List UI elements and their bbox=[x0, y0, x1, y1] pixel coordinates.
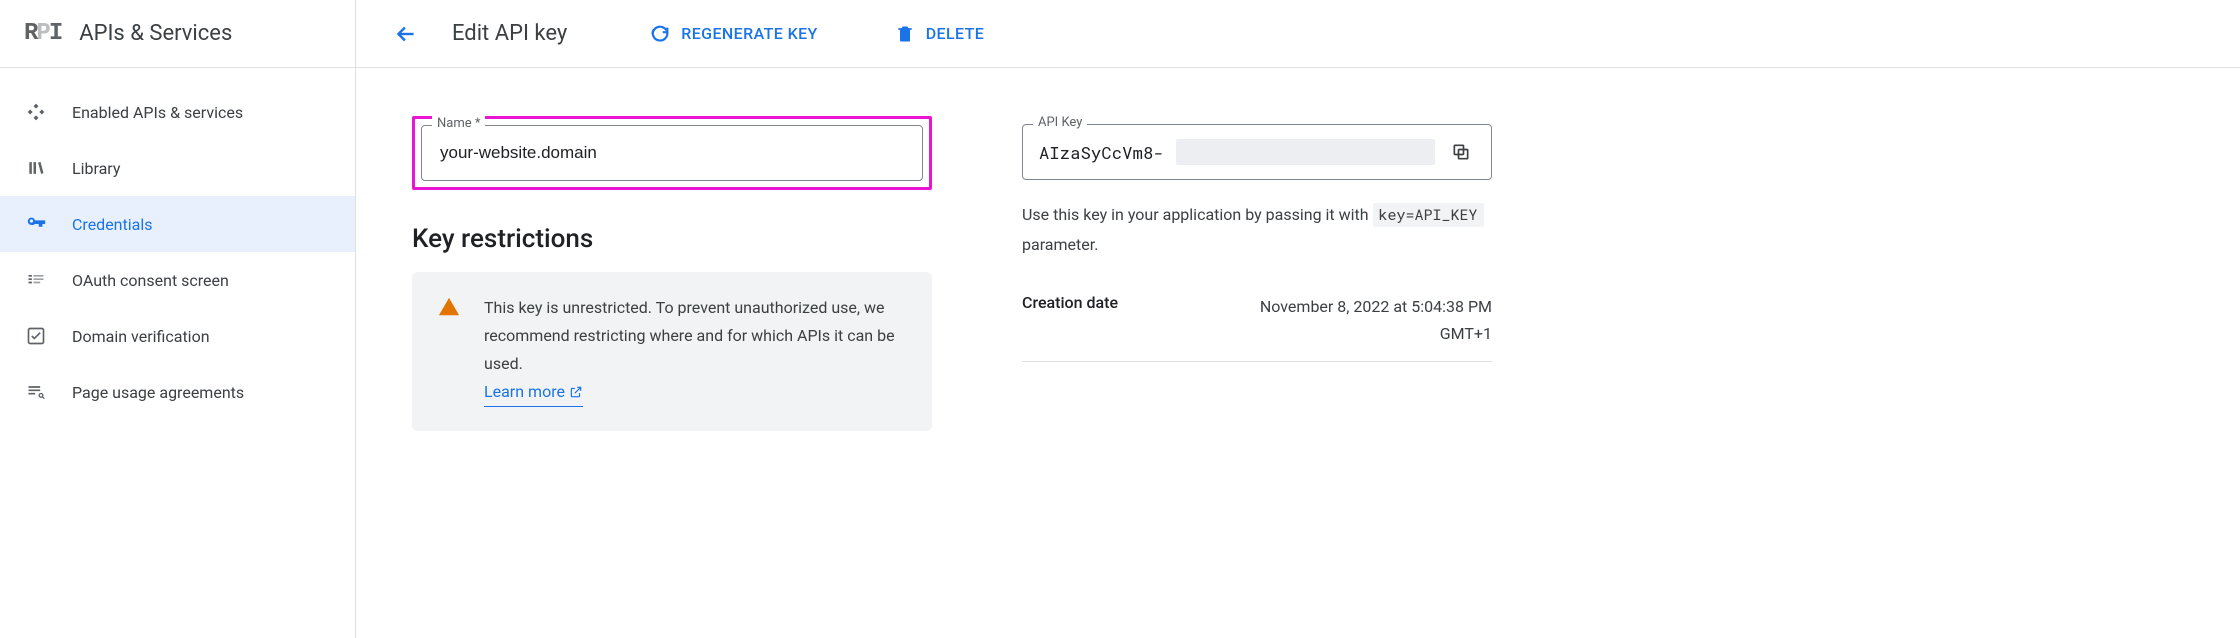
regenerate-key-button[interactable]: REGENERATE KEY bbox=[635, 15, 831, 53]
restrictions-warning: This key is unrestricted. To prevent una… bbox=[412, 272, 932, 431]
page-root: RPI APIs & Services Enabled APIs & servi… bbox=[0, 0, 2240, 638]
copy-icon bbox=[1451, 142, 1471, 162]
main: Edit API key REGENERATE KEY DELETE Name bbox=[356, 0, 2240, 638]
regenerate-label: REGENERATE KEY bbox=[681, 24, 817, 43]
sidebar-item-domain-verification[interactable]: Domain verification bbox=[0, 308, 355, 364]
api-key-field: API Key AIzaSyCcVm8- bbox=[1022, 124, 1492, 180]
help-line2: parameter. bbox=[1022, 235, 1098, 254]
sidebar-item-credentials[interactable]: Credentials bbox=[0, 196, 355, 252]
content: Name * Key restrictions This key is unre… bbox=[356, 68, 2240, 431]
external-link-icon bbox=[569, 385, 583, 399]
name-field[interactable]: Name * bbox=[421, 125, 923, 181]
main-header: Edit API key REGENERATE KEY DELETE bbox=[356, 0, 2240, 68]
page-title: Edit API key bbox=[452, 21, 567, 46]
sidebar-item-label: Page usage agreements bbox=[72, 383, 244, 402]
sidebar-item-enabled-apis[interactable]: Enabled APIs & services bbox=[0, 84, 355, 140]
key-icon bbox=[24, 212, 48, 236]
learn-more-label: Learn more bbox=[484, 378, 565, 406]
creation-date-row: Creation date November 8, 2022 at 5:04:3… bbox=[1022, 279, 1492, 362]
sidebar-item-label: Library bbox=[72, 159, 120, 178]
warning-text: This key is unrestricted. To prevent una… bbox=[484, 298, 895, 373]
api-key-value: AIzaSyCcVm8- bbox=[1039, 141, 1164, 164]
refresh-icon bbox=[649, 23, 671, 45]
name-field-label: Name * bbox=[432, 116, 485, 131]
sidebar-item-oauth-consent[interactable]: OAuth consent screen bbox=[0, 252, 355, 308]
delete-label: DELETE bbox=[926, 24, 985, 43]
trash-icon bbox=[894, 23, 916, 45]
sidebar-nav: Enabled APIs & services Library Credenti… bbox=[0, 68, 355, 420]
right-column: API Key AIzaSyCcVm8- Use this key in you… bbox=[1022, 116, 1492, 431]
arrow-left-icon bbox=[393, 21, 419, 47]
api-key-label: API Key bbox=[1033, 115, 1087, 130]
learn-more-link[interactable]: Learn more bbox=[484, 378, 583, 407]
sidebar-item-label: Enabled APIs & services bbox=[72, 103, 243, 122]
help-code: key=API_KEY bbox=[1373, 203, 1484, 227]
sidebar-item-label: Domain verification bbox=[72, 327, 210, 346]
creation-date-label: Creation date bbox=[1022, 293, 1118, 312]
diamond-icon bbox=[24, 100, 48, 124]
api-key-help: Use this key in your application by pass… bbox=[1022, 200, 1492, 261]
creation-date-value: November 8, 2022 at 5:04:38 PM GMT+1 bbox=[1252, 293, 1492, 347]
delete-button[interactable]: DELETE bbox=[880, 15, 999, 53]
help-line1: Use this key in your application by pass… bbox=[1022, 205, 1369, 224]
name-field-highlight: Name * bbox=[412, 116, 932, 190]
sidebar-item-page-usage-agreements[interactable]: Page usage agreements bbox=[0, 364, 355, 420]
sidebar: RPI APIs & Services Enabled APIs & servi… bbox=[0, 0, 356, 638]
sidebar-item-label: OAuth consent screen bbox=[72, 271, 229, 290]
back-button[interactable] bbox=[388, 16, 424, 52]
sidebar-title: APIs & Services bbox=[79, 21, 232, 46]
check-square-icon bbox=[24, 324, 48, 348]
consent-icon bbox=[24, 268, 48, 292]
sidebar-item-library[interactable]: Library bbox=[0, 140, 355, 196]
restrictions-title: Key restrictions bbox=[412, 224, 932, 254]
api-logo: RPI bbox=[24, 20, 61, 47]
name-input[interactable] bbox=[438, 142, 906, 164]
warning-message: This key is unrestricted. To prevent una… bbox=[484, 294, 906, 407]
library-icon bbox=[24, 156, 48, 180]
copy-api-key-button[interactable] bbox=[1447, 138, 1475, 166]
warning-icon bbox=[438, 296, 460, 318]
agreements-icon bbox=[24, 380, 48, 404]
sidebar-header: RPI APIs & Services bbox=[0, 0, 355, 68]
left-column: Name * Key restrictions This key is unre… bbox=[412, 116, 932, 431]
sidebar-item-label: Credentials bbox=[72, 215, 153, 234]
api-key-redacted bbox=[1176, 139, 1435, 165]
